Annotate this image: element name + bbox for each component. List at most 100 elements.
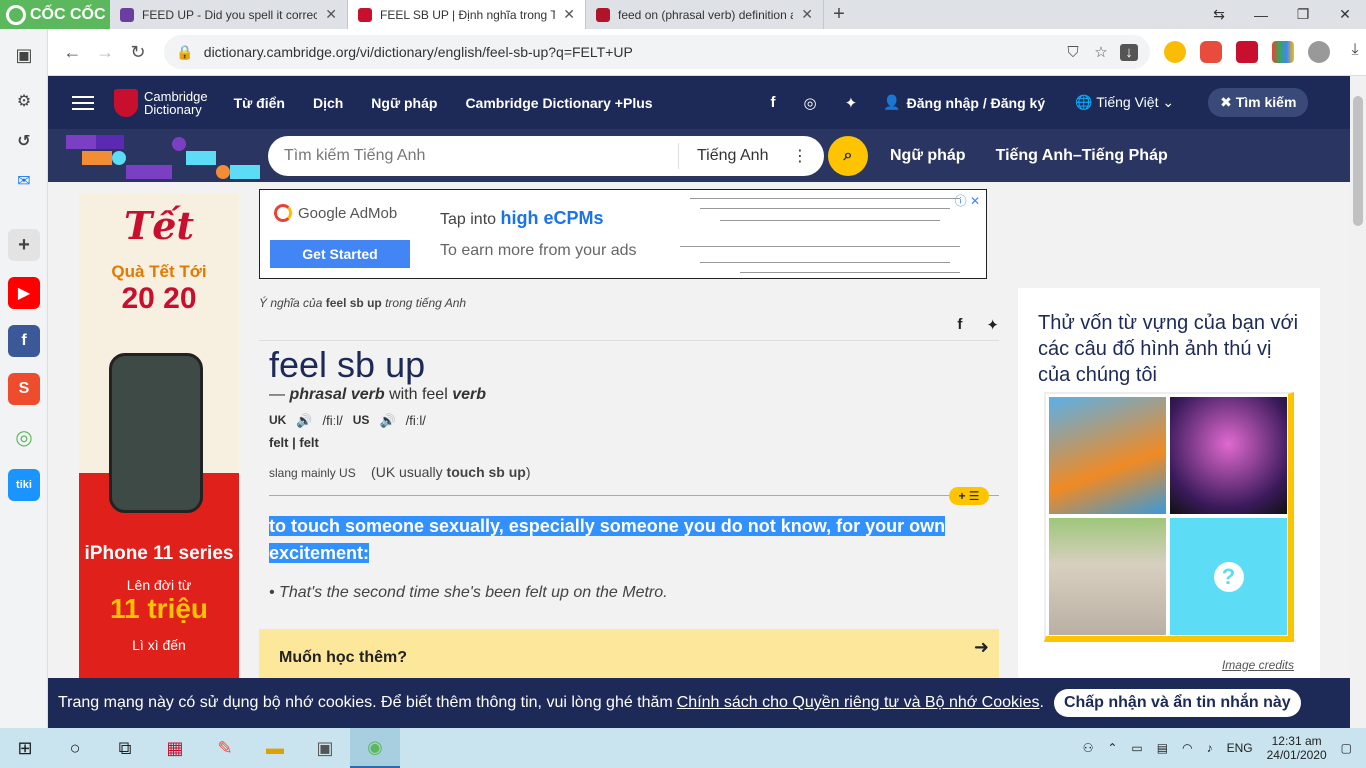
language-selector[interactable]: 🌐 Tiếng Việt ⌄ (1075, 94, 1174, 111)
tiki-icon[interactable]: tiki (8, 469, 40, 501)
settings-gear-icon[interactable]: ⚙ (8, 85, 40, 117)
add-sidebar-item-icon[interactable]: + (8, 229, 40, 261)
facebook-icon[interactable]: f (771, 94, 776, 112)
close-window-icon[interactable]: ✕ (1324, 0, 1366, 29)
quiz-image-ferriswheel[interactable] (1170, 397, 1287, 514)
messenger-icon[interactable]: ✉ (8, 165, 40, 197)
back-arrow-icon[interactable]: ← (56, 42, 89, 63)
url-text[interactable]: dictionary.cambridge.org/vi/dictionary/e… (204, 44, 1054, 60)
uk-alt-word[interactable]: touch sb up (447, 464, 526, 480)
colorful-extension-icon[interactable] (1272, 41, 1294, 63)
taskbar-app-chart-icon[interactable]: ▦ (150, 728, 200, 768)
hamburger-menu-icon[interactable] (72, 92, 94, 114)
coccoc-icon[interactable]: ◎ (8, 421, 40, 453)
example-text: That's the second time she's been felt u… (279, 584, 668, 601)
red-extension-icon[interactable] (1236, 41, 1258, 63)
cookie-policy-link[interactable]: Chính sách cho Quyền riêng tư và Bộ nhớ … (677, 694, 1040, 712)
twitter-icon[interactable]: ✦ (845, 94, 858, 112)
close-tab-icon[interactable]: ✕ (563, 6, 575, 23)
address-bar[interactable]: 🔒 dictionary.cambridge.org/vi/dictionary… (164, 35, 1150, 69)
tab-search-icon[interactable]: ⇆ (1198, 0, 1240, 29)
tab-feed-on[interactable]: feed on (phrasal verb) definition ar ✕ (586, 0, 824, 29)
nav-grammar[interactable]: Ngữ pháp (371, 95, 437, 111)
grammar-link[interactable]: Ngữ pháp (890, 147, 966, 165)
page-scrollbar[interactable] (1350, 76, 1366, 728)
ad-series: iPhone 11 series (84, 543, 234, 564)
instagram-icon[interactable]: ◎ (804, 94, 817, 112)
image-quiz-widget[interactable]: Thử vốn từ vựng của bạn với các câu đố h… (1018, 288, 1320, 728)
tab-feel-sb-up[interactable]: FEEL SB UP | Định nghĩa trong Từ điể ✕ (348, 0, 586, 29)
share-twitter-icon[interactable]: ✦ (986, 316, 999, 334)
windows-start-icon[interactable]: ⊞ (0, 728, 50, 768)
uk-audio-icon[interactable]: 🔊 (296, 413, 312, 429)
question-icon: ? (1213, 561, 1244, 592)
get-started-button[interactable]: Get Started (270, 240, 410, 268)
downloads-icon[interactable]: ⤓ (1344, 41, 1366, 63)
youtube-icon[interactable]: ▶ (8, 277, 40, 309)
close-tab-icon[interactable]: ✕ (801, 6, 813, 23)
search-language-dropdown[interactable]: Tiếng Anh ⋮ (678, 143, 824, 169)
profile-avatar[interactable] (1308, 41, 1330, 63)
network-icon[interactable]: ▤ (1157, 741, 1168, 755)
share-facebook-icon[interactable]: f (957, 316, 962, 334)
web-page: Cambridge Dictionary Từ điển Dịch Ngữ phá… (48, 76, 1350, 728)
wifi-icon[interactable]: ◠ (1182, 741, 1192, 755)
english-french-link[interactable]: Tiếng Anh–Tiếng Pháp (996, 147, 1168, 165)
reload-icon[interactable]: ↻ (122, 42, 155, 63)
left-advertisement[interactable]: Tết Quà Tết Tới 20 20 iPhone 11 series L… (79, 193, 239, 728)
part-of-speech: — phrasal verb with feel verb (269, 386, 486, 404)
us-audio-icon[interactable]: 🔊 (379, 413, 395, 429)
quiz-image-unknown[interactable]: ? (1170, 518, 1287, 635)
adchoices-icon[interactable]: ⓘ ✕ (955, 192, 980, 209)
tab-feed-up[interactable]: FEED UP - Did you spell it correctly ✕ (110, 0, 348, 29)
search-toggle-button[interactable]: ✖ Tìm kiếm (1208, 88, 1309, 117)
nav-translate[interactable]: Dịch (313, 95, 343, 111)
minimize-icon[interactable]: — (1240, 0, 1282, 29)
maximize-icon[interactable]: ❐ (1282, 0, 1324, 29)
notifications-icon[interactable]: ▢ (1341, 741, 1352, 755)
image-credits-link[interactable]: Image credits (1222, 658, 1294, 672)
tray-chevron-up-icon[interactable]: ⌃ (1107, 741, 1117, 755)
file-explorer-icon[interactable]: ▬ (250, 728, 300, 768)
new-tab-icon[interactable]: + (824, 0, 854, 29)
download-icon[interactable]: ↓ (1120, 43, 1138, 61)
facebook-icon[interactable]: f (8, 325, 40, 357)
close-tab-icon[interactable]: ✕ (325, 6, 337, 23)
admob-banner-ad[interactable]: Google AdMob Get Started Tap into high e… (259, 189, 987, 279)
search-input[interactable]: Tìm kiếm Tiếng Anh Tiếng Anh ⋮ (268, 136, 824, 176)
coccoc-menu-button[interactable]: CỐC CỐC (0, 0, 110, 29)
chrome-extension-icon[interactable] (1164, 41, 1186, 63)
nav-dictionary[interactable]: Từ điển (234, 95, 285, 111)
cortana-search-icon[interactable]: ○ (50, 728, 100, 768)
breadcrumb-prefix: Ý nghĩa của (259, 296, 323, 310)
forward-arrow-icon[interactable]: → (89, 42, 122, 63)
nav-plus[interactable]: Cambridge Dictionary +Plus (465, 95, 652, 111)
history-icon[interactable]: ↺ (8, 125, 40, 157)
bookmark-star-icon[interactable]: ☆ (1092, 43, 1110, 61)
usage-labels: slang mainly US (UK usually touch sb up) (269, 464, 531, 480)
taskbar-app-paint-icon[interactable]: ✎ (200, 728, 250, 768)
cambridge-logo[interactable]: Cambridge Dictionary (114, 88, 208, 117)
shopee-icon[interactable]: S (8, 373, 40, 405)
search-submit-button[interactable]: ⌕ (828, 136, 868, 176)
shield-icon[interactable]: ⛉ (1064, 44, 1082, 61)
quiz-image-waterslide[interactable] (1049, 397, 1166, 514)
cookie-banner: Trang mạng này có sử dụng bộ nhớ cookies… (48, 678, 1350, 728)
signin-link[interactable]: 👤 Đăng nhập / Đăng ký (883, 94, 1045, 111)
sidebar-toggle-icon[interactable]: ▣ (8, 39, 40, 71)
battery-icon[interactable]: ▭ (1131, 741, 1142, 755)
add-to-wordlist-icon[interactable]: + ☰ (949, 487, 989, 505)
input-language[interactable]: ENG (1227, 741, 1253, 755)
pos-with[interactable]: with feel (389, 386, 448, 403)
adblock-extension-icon[interactable] (1200, 41, 1222, 63)
accept-cookies-button[interactable]: Chấp nhận và ẩn tin nhắn này (1053, 689, 1301, 717)
quiz-image-playhouse[interactable] (1049, 518, 1166, 635)
people-icon[interactable]: ⚇ (1083, 741, 1094, 755)
coccoc-taskbar-icon[interactable]: ◉ (350, 728, 400, 768)
share-bar: f ✦ (957, 316, 999, 334)
dictionary-entry: Ý nghĩa của feel sb up trong tiếng Anh f… (259, 296, 999, 699)
clock[interactable]: 12:31 am 24/01/2020 (1267, 734, 1327, 762)
task-view-icon[interactable]: ⧉ (100, 728, 150, 768)
taskbar-app-tool-icon[interactable]: ▣ (300, 728, 350, 768)
volume-icon[interactable]: ♪ (1207, 741, 1213, 755)
